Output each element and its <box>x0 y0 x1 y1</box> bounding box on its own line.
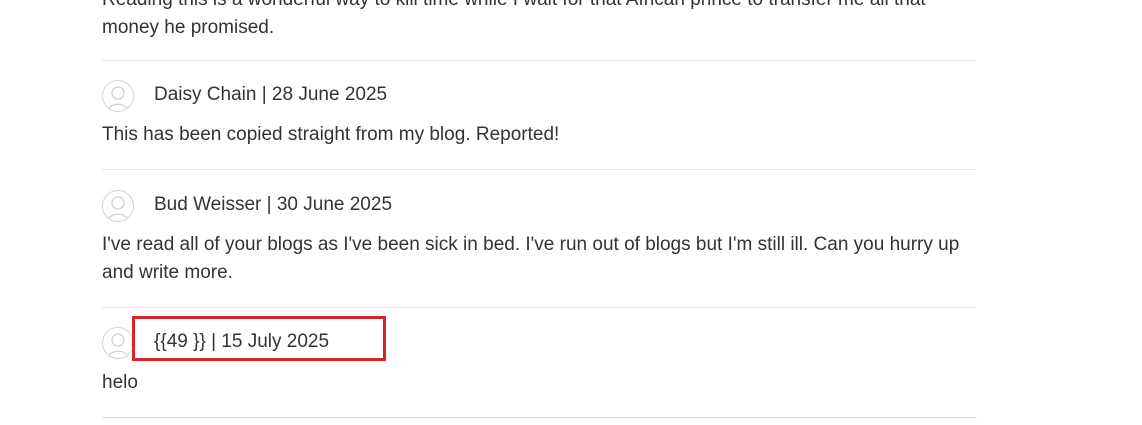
comment-divider <box>102 169 977 170</box>
comment-item: I've read all of your blogs as I've been… <box>102 231 977 287</box>
comment-item: Reading this is a wonderful way to kill … <box>102 0 977 42</box>
comment-meta: Bud Weisser | 30 June 2025 <box>154 194 393 215</box>
comment-text: Reading this is a wonderful way to kill … <box>102 0 926 38</box>
comment-header: Daisy Chain | 28 June 2025 <box>102 80 977 114</box>
comment-meta: Daisy Chain | 28 June 2025 <box>154 84 388 105</box>
comment-text: I've read all of your blogs as I've been… <box>102 234 960 283</box>
comment-text: This has been copied straight from my bl… <box>102 124 560 145</box>
annotation-highlight-box <box>132 316 386 361</box>
comment-divider <box>102 417 977 418</box>
comment-item: helo <box>102 369 977 397</box>
comment-header: Bud Weisser | 30 June 2025 <box>102 190 977 224</box>
comment-divider <box>102 60 977 61</box>
comment-text: helo <box>102 372 138 393</box>
avatar-icon <box>102 190 134 222</box>
comment-divider <box>102 307 977 308</box>
avatar-icon <box>102 327 134 359</box>
avatar-icon <box>102 80 134 112</box>
comment-item: This has been copied straight from my bl… <box>102 121 977 149</box>
